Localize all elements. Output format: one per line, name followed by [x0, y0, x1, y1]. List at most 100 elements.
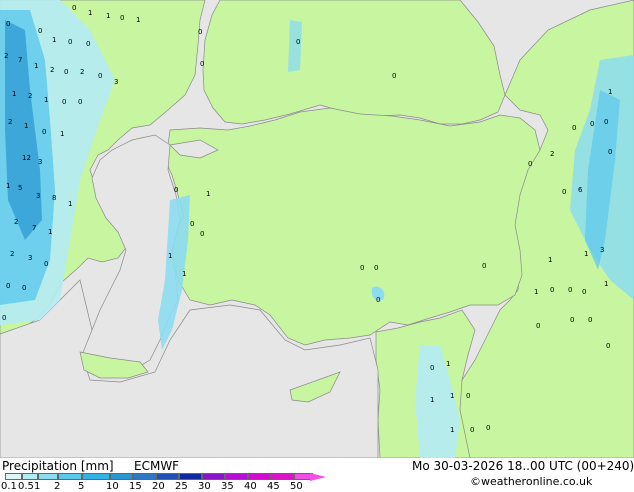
- precip-value-label: 2: [14, 218, 18, 226]
- scale-tick-label: 25: [175, 481, 188, 492]
- precip-value-label: 0: [572, 124, 576, 132]
- precip-value-label: 0: [38, 27, 42, 35]
- precip-value-label: 1: [182, 270, 186, 278]
- precip-value-label: 0: [570, 316, 574, 324]
- precip-value-label: 12: [22, 154, 31, 162]
- scale-segment: [202, 473, 225, 480]
- scale-tick-label: 45: [267, 481, 280, 492]
- precip-value-label: 7: [18, 56, 22, 64]
- precip-value-label: 0: [72, 4, 76, 12]
- precip-value-label: 0: [78, 98, 82, 106]
- scale-tick-label: 30: [198, 481, 211, 492]
- precip-value-label: 0: [590, 120, 594, 128]
- precip-value-label: 0: [2, 314, 6, 322]
- precip-value-label: 0: [190, 220, 194, 228]
- precip-value-label: 0: [550, 286, 554, 294]
- precip-value-label: 0: [360, 264, 364, 272]
- scale-arrow-icon: [310, 473, 326, 481]
- scale-segment: [82, 473, 110, 480]
- precip-value-label: 0: [470, 426, 474, 434]
- model-name: ECMWF: [134, 459, 180, 473]
- scale-segment: [225, 473, 248, 480]
- scale-tick-label: 15: [129, 481, 142, 492]
- precip-value-label: 2: [28, 92, 32, 100]
- precip-value-label: 1: [6, 182, 10, 190]
- precip-value-label: 0: [6, 20, 10, 28]
- precip-value-label: 0: [174, 186, 178, 194]
- precip-value-label: 2: [550, 150, 554, 158]
- precip-value-label: 0: [536, 322, 540, 330]
- precip-value-label: 7: [32, 224, 36, 232]
- scale-segment: [248, 473, 271, 480]
- precip-value-label: 3: [114, 78, 118, 86]
- precip-value-label: 1: [24, 122, 28, 130]
- scale-tick-label: 5: [78, 481, 85, 492]
- scale-tick-label: 0.1: [1, 481, 17, 492]
- precip-value-label: 0: [608, 148, 612, 156]
- precip-value-label: 0: [430, 364, 434, 372]
- precip-value-label: 3: [28, 254, 32, 262]
- scale-segment: [22, 473, 38, 480]
- precip-value-label: 1: [136, 16, 140, 24]
- precip-value-label: 2: [4, 52, 8, 60]
- precip-value-label: 0: [528, 160, 532, 168]
- precip-value-label: 5: [18, 184, 22, 192]
- precip-value-label: 1: [608, 88, 612, 96]
- precip-value-label: 0: [588, 316, 592, 324]
- precip-value-label: 0: [42, 128, 46, 136]
- precip-value-label: 1: [430, 396, 434, 404]
- scale-tick-label: 50: [290, 481, 303, 492]
- precip-value-label: 3: [36, 192, 40, 200]
- precip-value-label: 3: [600, 246, 604, 254]
- precip-value-label: 0: [44, 260, 48, 268]
- precip-value-label: 2: [80, 68, 84, 76]
- precip-value-label: 0: [6, 282, 10, 290]
- scale-tick-label: 20: [152, 481, 165, 492]
- legend-footer: Precipitation [mm] ECMWF Mo 30-03-2026 1…: [0, 458, 634, 492]
- precip-value-label: 0: [562, 188, 566, 196]
- scale-segment: [110, 473, 133, 480]
- rain-north-dot: [288, 20, 302, 72]
- precip-value-label: 1: [12, 90, 16, 98]
- precip-value-label: 3: [38, 158, 42, 166]
- precip-value-label: 0: [486, 424, 490, 432]
- precip-value-label: 0: [392, 72, 396, 80]
- scale-segment: [5, 473, 22, 480]
- precip-value-label: 1: [168, 252, 172, 260]
- scale-segment: [179, 473, 202, 480]
- precip-value-label: 0: [582, 288, 586, 296]
- precip-value-label: 0: [200, 60, 204, 68]
- precip-value-label: 0: [466, 392, 470, 400]
- scale-segment: [58, 473, 82, 480]
- precip-value-label: 1: [68, 200, 72, 208]
- precip-value-label: 1: [52, 36, 56, 44]
- precip-value-label: 0: [120, 14, 124, 22]
- precip-value-label: 2: [8, 118, 12, 126]
- precip-value-label: 0: [568, 286, 572, 294]
- precip-value-label: 0: [376, 296, 380, 304]
- scale-tick-label: 35: [221, 481, 234, 492]
- precip-value-label: 1: [446, 360, 450, 368]
- scale-tick-label: 40: [244, 481, 257, 492]
- precip-value-label: 0: [606, 342, 610, 350]
- color-scale-bar: [3, 473, 328, 481]
- scale-tick-label: 2: [54, 481, 61, 492]
- precip-value-label: 0: [62, 98, 66, 106]
- scale-segment: [156, 473, 179, 480]
- precip-value-label: 8: [52, 194, 56, 202]
- precip-value-label: 0: [64, 68, 68, 76]
- valid-time: Mo 30-03-2026 18..00 UTC (00+240): [412, 459, 634, 473]
- scale-tick-label: 10: [106, 481, 119, 492]
- precip-value-label: 0: [198, 28, 202, 36]
- precip-value-label: 1: [548, 256, 552, 264]
- precip-value-label: 0: [22, 284, 26, 292]
- precip-value-label: 1: [584, 250, 588, 258]
- precip-value-label: 0: [86, 40, 90, 48]
- precip-value-label: 1: [34, 62, 38, 70]
- precip-value-label: 1: [450, 426, 454, 434]
- precip-value-label: 0: [604, 118, 608, 126]
- precip-value-label: 2: [10, 250, 14, 258]
- precip-value-label: 0: [296, 38, 300, 46]
- precip-value-label: 1: [450, 392, 454, 400]
- scale-tick-label: 1: [34, 481, 41, 492]
